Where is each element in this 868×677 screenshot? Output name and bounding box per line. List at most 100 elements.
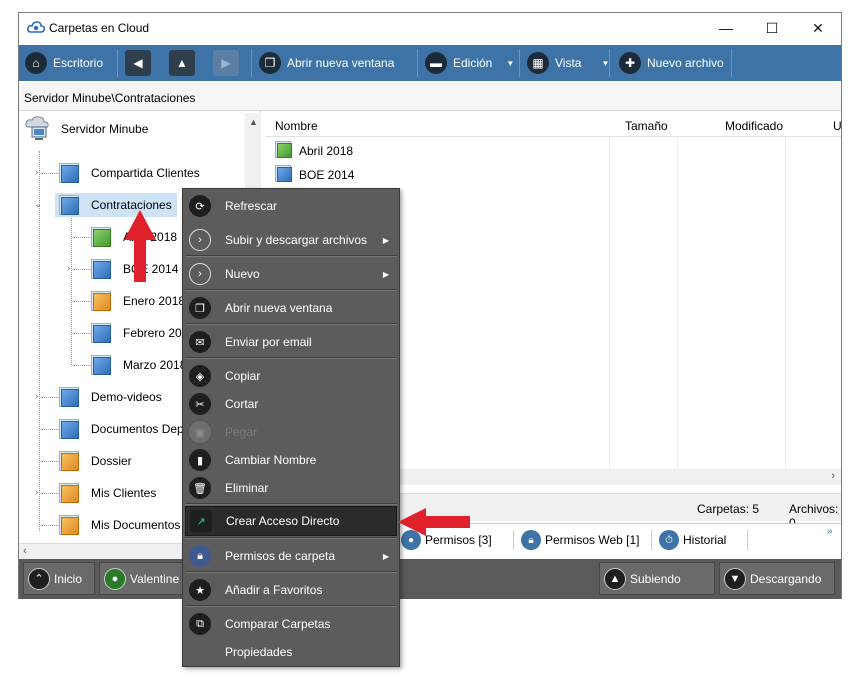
expand-icon[interactable]: › [35, 487, 38, 498]
expand-icon[interactable]: › [35, 167, 38, 178]
menu-item-cambiar-nombre[interactable]: ▮ Cambiar Nombre [185, 445, 397, 475]
column-extra[interactable]: U [833, 119, 842, 133]
list-item[interactable]: BOE 2014 [275, 163, 354, 187]
scissors-icon: ✂ [189, 393, 211, 415]
tree-item-label: Marzo 2018 [123, 358, 187, 372]
menu-item-copiar[interactable]: ◈ Copiar [185, 361, 397, 391]
tree-item-label: Mis Documentos [91, 518, 181, 532]
up-button[interactable]: ▲ [169, 48, 195, 78]
history-icon: ⏱︎ [659, 530, 679, 550]
scroll-left-icon[interactable]: ‹ [23, 545, 27, 557]
view-menu-button[interactable]: ▦ Vista ▼ [527, 48, 609, 78]
scroll-up-icon[interactable]: ▲ [249, 117, 258, 127]
chevron-up-icon: ⌃ [28, 567, 50, 590]
tree-item-mis-clientes[interactable]: Mis Clientes [59, 481, 156, 505]
folder-icon [91, 289, 113, 313]
folder-icon [59, 417, 81, 441]
context-menu: ⟳ Refrescar › Subir y descargar archivos… [182, 188, 400, 667]
scroll-right-icon[interactable]: › [831, 470, 835, 482]
column-header: Nombre Tamaño Modificado U [265, 111, 842, 137]
arrow-right-icon: ▶ [213, 50, 239, 76]
expand-icon[interactable]: › [35, 391, 38, 402]
tab-label: Permisos Web [1] [545, 533, 640, 547]
mail-icon: ✉ [189, 331, 211, 353]
menu-item-propiedades[interactable]: Propiedades [185, 637, 397, 667]
menu-item-eliminar[interactable]: 🗑︎ Eliminar [185, 473, 397, 503]
expand-icon[interactable]: › [67, 263, 70, 274]
column-name[interactable]: Nombre [275, 119, 318, 133]
menu-item-refrescar[interactable]: ⟳ Refrescar [185, 191, 397, 221]
tree-item-label: Mis Clientes [91, 486, 157, 500]
folder-icon [275, 139, 293, 163]
tab-historial[interactable]: ⏱︎ Historial [659, 528, 726, 552]
red-arrow-up-icon [124, 210, 156, 282]
submenu-arrow-icon: ▶ [382, 551, 389, 561]
star-icon: ★ [189, 579, 211, 601]
view-label: Vista [555, 56, 582, 70]
submenu-arrow-icon: ▶ [382, 235, 389, 245]
tree-item-contrataciones[interactable]: Contrataciones [55, 193, 177, 217]
compare-icon: ⧉ [189, 613, 211, 635]
title-bar: Carpetas en Cloud — ☐ ✕ [19, 13, 841, 43]
folder-icon [91, 257, 113, 281]
new-file-label: Nuevo archivo [647, 56, 724, 70]
menu-item-cortar[interactable]: ✂ Cortar [185, 389, 397, 419]
tree-item-marzo[interactable]: Marzo 2018 [91, 353, 186, 377]
menu-item-nuevo[interactable]: › Nuevo ▶ [185, 259, 397, 289]
menu-item-permisos-carpeta[interactable]: 🔒︎ Permisos de carpeta ▶ [185, 541, 397, 571]
tree-item-mis-documentos[interactable]: Mis Documentos [59, 513, 180, 537]
home-icon: ⌂ [25, 52, 47, 74]
tab-label: Historial [683, 533, 727, 547]
tree-item-febrero[interactable]: Febrero 20 [91, 321, 182, 345]
arrow-up-icon: ▲ [169, 50, 195, 76]
edit-menu-button[interactable]: ▬ Edición ▼ [425, 48, 514, 78]
upload-icon: ▲ [604, 567, 626, 590]
column-size[interactable]: Tamaño [625, 119, 668, 133]
grid-icon: ▦ [527, 52, 549, 74]
close-button[interactable]: ✕ [795, 13, 841, 43]
menu-item-favoritos[interactable]: ★ Añadir a Favoritos [185, 575, 397, 605]
list-item[interactable]: Abril 2018 [275, 139, 353, 163]
column-modified[interactable]: Modificado [725, 119, 783, 133]
tree-item-documentos[interactable]: Documentos Dep [59, 417, 184, 441]
menu-item-label: Añadir a Favoritos [225, 583, 323, 597]
downloading-button[interactable]: ▼ Descargando [719, 562, 835, 595]
home-button[interactable]: ⌃ Inicio [23, 562, 95, 595]
tree-item-demo-videos[interactable]: Demo-videos [59, 385, 162, 409]
menu-item-enviar-email[interactable]: ✉ Enviar por email [185, 327, 397, 357]
edit-label: Edición [453, 56, 493, 70]
layers-icon: ◈ [189, 365, 211, 387]
menu-item-comparar[interactable]: ⧉ Comparar Carpetas [185, 609, 397, 639]
menu-item-label: Eliminar [225, 481, 269, 495]
tree-item-dossier[interactable]: Dossier [59, 449, 132, 473]
folder-icon [275, 163, 293, 187]
tree-item-enero[interactable]: Enero 2018 [91, 289, 185, 313]
back-button[interactable]: ◀ [125, 48, 151, 78]
arrow-left-icon: ◀ [125, 50, 151, 76]
folder-icon [91, 321, 113, 345]
menu-item-label: Nuevo [225, 267, 260, 281]
uploading-button[interactable]: ▲ Subiendo [599, 562, 715, 595]
forward-button[interactable]: ▶ [213, 48, 239, 78]
new-file-button[interactable]: ✚ Nuevo archivo [619, 48, 724, 78]
open-new-window-button[interactable]: ❐ Abrir nueva ventana [259, 48, 394, 78]
cloud-icon [27, 21, 45, 33]
submenu-arrow-icon: ▶ [382, 269, 389, 279]
tree-item-compartida[interactable]: Compartida Clientes [59, 161, 200, 185]
home-label: Inicio [54, 571, 83, 586]
collapse-icon[interactable]: ⌄ [34, 199, 42, 210]
menu-item-subir-descargar[interactable]: › Subir y descargar archivos ▶ [185, 225, 397, 255]
menu-item-abrir-nueva-ventana[interactable]: ❐ Abrir nueva ventana [185, 293, 397, 323]
uploading-label: Subiendo [630, 571, 681, 586]
tree-root[interactable]: Servidor Minube [23, 116, 148, 141]
file-name: Abril 2018 [299, 144, 354, 158]
menu-item-crear-acceso-directo[interactable]: ↗ Crear Acceso Directo [185, 506, 397, 536]
folders-count: Carpetas: 5 [697, 502, 760, 516]
tree-item-label: Compartida Clientes [91, 166, 200, 180]
double-chevron-icon[interactable]: » [827, 526, 833, 537]
minimize-button[interactable]: — [703, 13, 749, 43]
desktop-button[interactable]: ⌂ Escritorio [25, 48, 103, 78]
window-title: Carpetas en Cloud [49, 21, 150, 35]
tab-permisos-web[interactable]: 🔒︎ Permisos Web [1] [521, 528, 639, 552]
maximize-button[interactable]: ☐ [749, 13, 795, 43]
